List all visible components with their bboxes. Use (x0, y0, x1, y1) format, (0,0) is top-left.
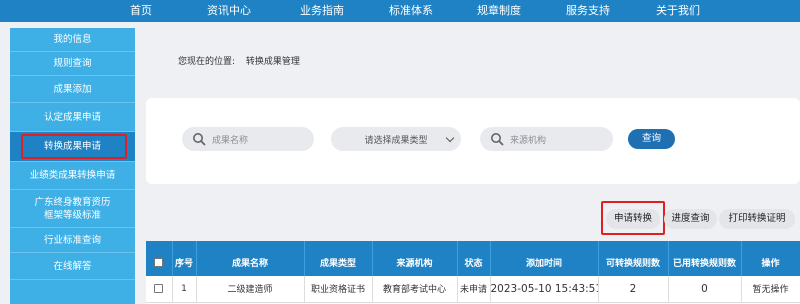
result-name-input[interactable]: 成果名称 (182, 127, 314, 151)
source-org-placeholder: 来源机构 (510, 135, 547, 146)
select-all-checkbox[interactable] (154, 257, 164, 267)
sidebar-item-label: 在线解答 (53, 260, 92, 272)
column-header: 可转换规则数 (598, 241, 669, 276)
table-cell: 未申请 (457, 276, 491, 303)
sidebar-item-performance-conversion[interactable]: 业绩类成果转换申请 (10, 162, 135, 190)
sidebar-item-rule-query[interactable]: 规则查询 (10, 52, 135, 76)
column-header: 序号 (172, 241, 197, 276)
column-header: 状态 (457, 241, 491, 276)
sidebar-item-label: 认定成果申请 (43, 111, 101, 123)
table-cell: 2 (598, 276, 669, 303)
result-name-placeholder: 成果名称 (212, 135, 249, 146)
table-cell: 0 (668, 276, 742, 303)
select-all-header[interactable] (146, 241, 173, 276)
column-header: 操作 (741, 241, 800, 276)
sidebar-item-conversion-apply[interactable]: 转换成果申请 (10, 132, 135, 162)
column-header: 添加时间 (490, 241, 599, 276)
breadcrumb: 您现在的位置: 转换成果管理 (178, 54, 308, 67)
nav-guide[interactable]: 业务指南 (300, 0, 344, 22)
sidebar-item-label-line2: 框架等级标准 (43, 209, 101, 221)
table-cell: 暂无操作 (741, 276, 800, 303)
sidebar-item-label: 我的信息 (53, 34, 92, 45)
sidebar-item-label: 成果添加 (53, 83, 92, 95)
column-header: 来源机构 (372, 241, 458, 276)
nav-regulations[interactable]: 规章制度 (477, 0, 521, 22)
row-checkbox[interactable] (154, 283, 164, 293)
source-org-input[interactable]: 来源机构 (480, 127, 613, 151)
nav-standards[interactable]: 标准体系 (389, 0, 433, 22)
breadcrumb-prefix: 您现在的位置: (178, 57, 236, 67)
sidebar-item-label: 规则查询 (53, 58, 92, 69)
sidebar-item-label: 行业标准查询 (43, 234, 101, 246)
nav-about[interactable]: 关于我们 (656, 0, 700, 22)
results-table: 序号 成果名称 成果类型 来源机构 状态 添加时间 可转换规则数 已用转换规则数… (146, 241, 800, 304)
sidebar-item-label: 业绩类成果转换申请 (29, 170, 116, 181)
sidebar-item-qualification-framework[interactable]: 广东终身教育资历 框架等级标准 (10, 190, 135, 228)
sidebar-item-my-info[interactable]: 我的信息 (10, 28, 135, 52)
apply-conversion-button[interactable]: 申请转换 (606, 209, 660, 229)
nav-support[interactable]: 服务支持 (566, 0, 610, 22)
print-certificate-button[interactable]: 打印转换证明 (719, 209, 795, 229)
sidebar-item-add-result[interactable]: 成果添加 (10, 76, 135, 103)
sidebar-item-recognition-apply[interactable]: 认定成果申请 (10, 103, 135, 132)
table-cell: 职业资格证书 (304, 276, 373, 303)
search-icon (491, 133, 504, 146)
top-nav: 首页 资讯中心 业务指南 标准体系 规章制度 服务支持 关于我们 (0, 0, 800, 22)
sidebar-item-industry-standard[interactable]: 行业标准查询 (10, 228, 135, 253)
table-cell: 2023-05-10 15:43:51 (490, 276, 599, 303)
sidebar-item-label-line1: 广东终身教育资历 (34, 196, 111, 208)
breadcrumb-current: 转换成果管理 (245, 57, 300, 67)
nav-home[interactable]: 首页 (130, 0, 152, 22)
table-cell: 教育部考试中心 (372, 276, 458, 303)
table-header-row: 序号 成果名称 成果类型 来源机构 状态 添加时间 可转换规则数 已用转换规则数… (146, 241, 800, 276)
result-type-select[interactable]: 请选择成果类型 (331, 127, 461, 151)
table-cell: 1 (172, 276, 197, 303)
sidebar-item-label: 转换成果申请 (43, 141, 101, 152)
table-row: 1 二级建造师 职业资格证书 教育部考试中心 未申请 2023-05-10 15… (146, 276, 800, 303)
column-header: 成果类型 (304, 241, 373, 276)
search-panel: 成果名称 请选择成果类型 来源机构 查询 (146, 98, 800, 184)
column-header: 成果名称 (196, 241, 305, 276)
row-select-cell[interactable] (146, 276, 173, 303)
nav-news[interactable]: 资讯中心 (207, 0, 251, 22)
sidebar-item-online-answer[interactable]: 在线解答 (10, 253, 135, 280)
chevron-down-icon (445, 133, 455, 143)
sidebar: 我的信息 规则查询 成果添加 认定成果申请 转换成果申请 业绩类成果转换申请 广… (10, 28, 135, 304)
search-icon (193, 133, 206, 146)
progress-query-button[interactable]: 进度查询 (664, 209, 717, 229)
result-type-select-value: 请选择成果类型 (364, 135, 428, 146)
query-button[interactable]: 查询 (628, 129, 675, 149)
column-header: 已用转换规则数 (668, 241, 742, 276)
table-cell: 二级建造师 (196, 276, 305, 303)
